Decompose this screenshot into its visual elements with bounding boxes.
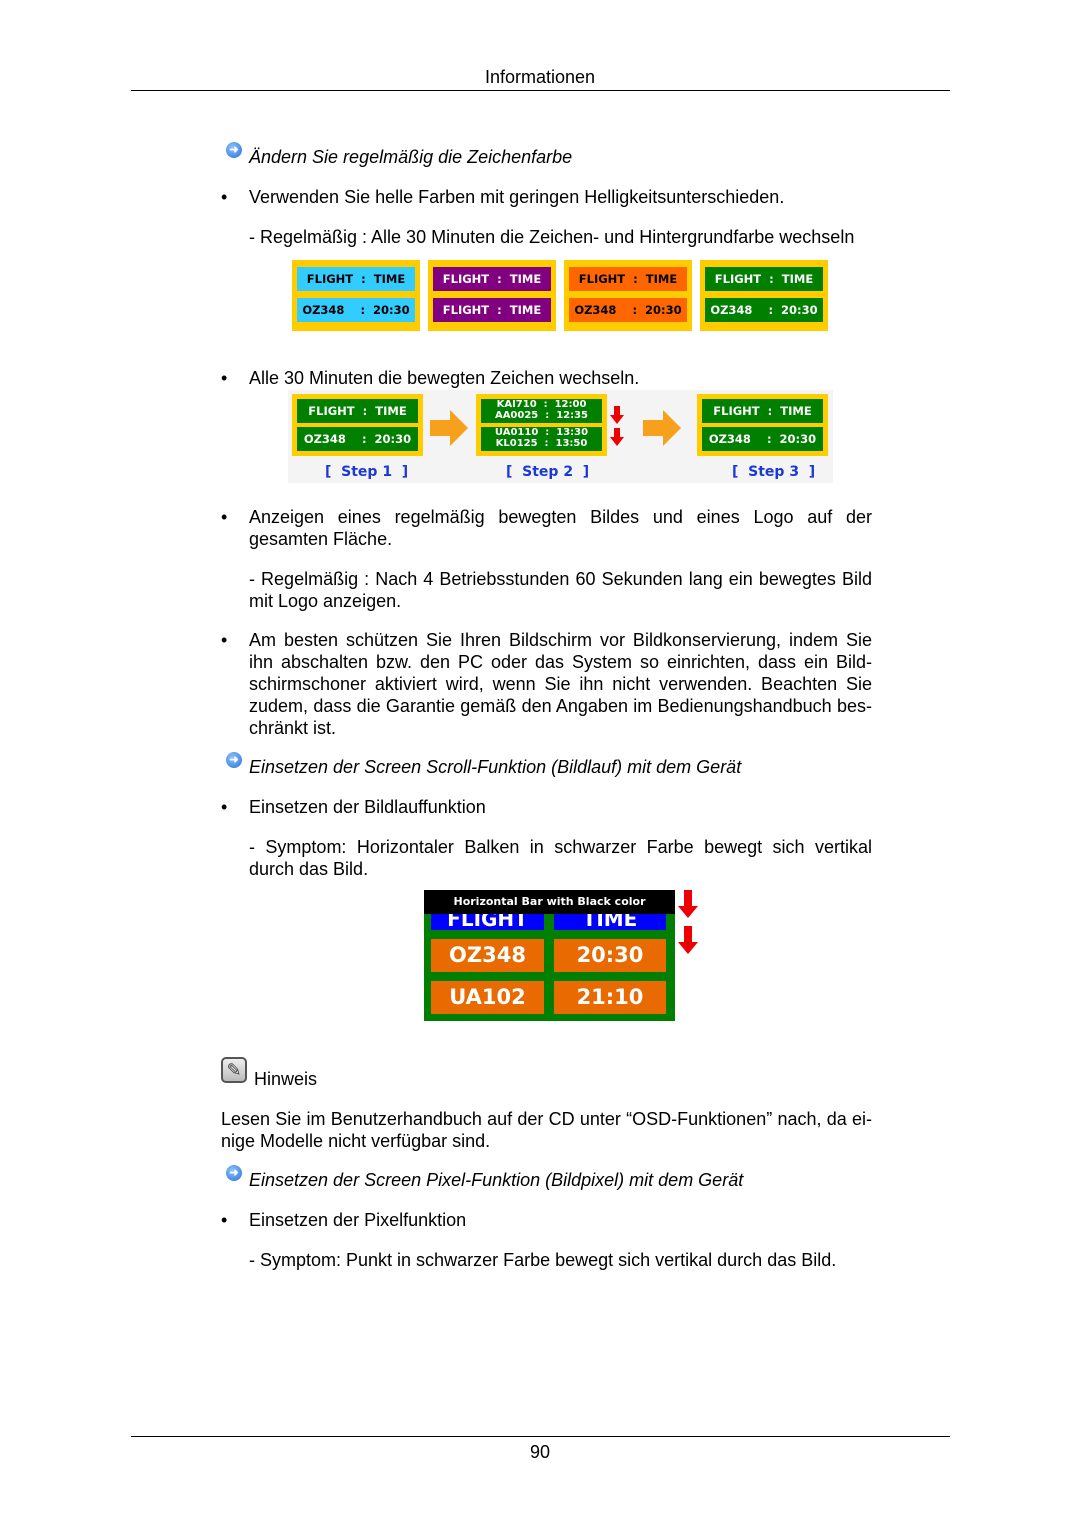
section-heading: Ändern Sie regelmäßig die Zeichenfarbe: [249, 147, 573, 167]
panel-cell: OZ348 : 20:30: [705, 298, 823, 322]
red-down-arrow-icon: [678, 890, 698, 954]
bullet-text: Verwenden Sie helle Farben mit geringen …: [249, 187, 785, 207]
color-panel: FLIGHT : TIME FLIGHT : TIME: [428, 260, 556, 331]
step-label: [ Step 1 ]: [325, 464, 409, 480]
arrow-circle-icon: ➜: [226, 752, 242, 768]
sub-text: - Symptom: Horizontaler Balken in schwar…: [249, 837, 872, 879]
panel-cell: FLIGHT : TIME: [705, 267, 823, 291]
arrow-circle-icon: ➜: [226, 142, 242, 158]
bullet-text: Am besten schützen Sie Ihren Bildschirm …: [249, 630, 872, 738]
color-panel: FLIGHT : TIME OZ348 : 20:30: [564, 260, 692, 331]
section-heading: Einsetzen der Screen Scroll-Funktion (Bi…: [249, 757, 742, 777]
step-label: [ Step 3 ]: [732, 464, 816, 480]
color-panel: FLIGHT : TIME OZ348 : 20:30: [292, 260, 420, 331]
orange-arrow-icon: [643, 410, 681, 446]
panel-cell: FLIGHT : TIME: [569, 267, 687, 291]
panel-cell: FLIGHT : TIME: [433, 267, 551, 291]
data-cell: 21:10: [554, 981, 666, 1014]
note-title: Hinweis: [254, 1069, 318, 1089]
bullet: •: [221, 368, 228, 388]
note-icon: ✎: [221, 1057, 247, 1083]
sub-text: - Regelmäßig : Nach 4 Betriebsstunden 60…: [249, 569, 872, 611]
data-cell: UA102: [431, 981, 544, 1014]
step-panel: FLIGHT : TIME OZ348 : 20:30: [697, 394, 828, 456]
bullet: •: [221, 630, 228, 650]
bullet-text: Einsetzen der Bildlauffunktion: [249, 797, 486, 817]
document-page: Informationen ➜ Ändern Sie regelmäßig di…: [0, 0, 1080, 1527]
panel-cell: OZ348 : 20:30: [297, 298, 415, 322]
bullet: •: [221, 1210, 228, 1230]
step-panel: KAI710 : 12:00 AA0025 : 12:35 UA0110 : 13…: [476, 394, 607, 456]
scroll-demo-figure: FLIGHT TIME OZ348 20:30 UA102 21:10 Hori…: [424, 890, 675, 1021]
step-label: [ Step 2 ]: [506, 464, 590, 480]
panel-cell: FLIGHT : TIME: [702, 399, 823, 423]
panel-cell: OZ348 : 20:30: [702, 427, 823, 451]
panel-cell: FLIGHT : TIME: [433, 298, 551, 322]
steps-figure: FLIGHT : TIME OZ348 : 20:30 [ Step 1 ] KAI7…: [288, 390, 833, 483]
header-rule: [131, 90, 950, 91]
panel-cell: FLIGHT : TIME: [297, 267, 415, 291]
bullet-text: Anzeigen eines regelmäßig bewegten Bilde…: [249, 507, 872, 549]
panel-cell: KAI710 : 12:00 AA0025 : 12:35: [481, 399, 602, 423]
sub-text: - Symptom: Punkt in schwarzer Farbe bewe…: [249, 1250, 837, 1270]
panel-cell: UA0110 : 13:30 KL0125 : 13:50: [481, 427, 602, 451]
panel-cell: OZ348 : 20:30: [297, 427, 418, 451]
panel-cell: FLIGHT : TIME: [297, 399, 418, 423]
sub-text: - Regelmäßig : Alle 30 Minuten die Zeich…: [249, 227, 855, 247]
bullet-text: Einsetzen der Pixelfunktion: [249, 1210, 467, 1230]
note-text: Lesen Sie im Benutzerhandbuch auf der CD…: [221, 1109, 872, 1151]
page-number: 90: [529, 1442, 551, 1462]
arrow-circle-icon: ➜: [226, 1165, 242, 1181]
orange-arrow-icon: [430, 410, 468, 446]
footer-rule: [131, 1436, 950, 1437]
data-cell: OZ348: [431, 939, 544, 972]
red-down-arrow-icon: [610, 406, 624, 446]
color-panel: FLIGHT : TIME OZ348 : 20:30: [700, 260, 828, 331]
page-header: Informationen: [484, 67, 596, 87]
step-panel: FLIGHT : TIME OZ348 : 20:30: [292, 394, 423, 456]
black-bar: Horizontal Bar with Black color: [424, 890, 675, 914]
bullet: •: [221, 187, 228, 207]
data-cell: 20:30: [554, 939, 666, 972]
bullet: •: [221, 507, 228, 527]
bullet-text: Alle 30 Minuten die bewegten Zeichen wec…: [249, 368, 640, 388]
panel-cell: OZ348 : 20:30: [569, 298, 687, 322]
section-heading: Einsetzen der Screen Pixel-Funktion (Bil…: [249, 1170, 744, 1190]
bullet: •: [221, 797, 228, 817]
